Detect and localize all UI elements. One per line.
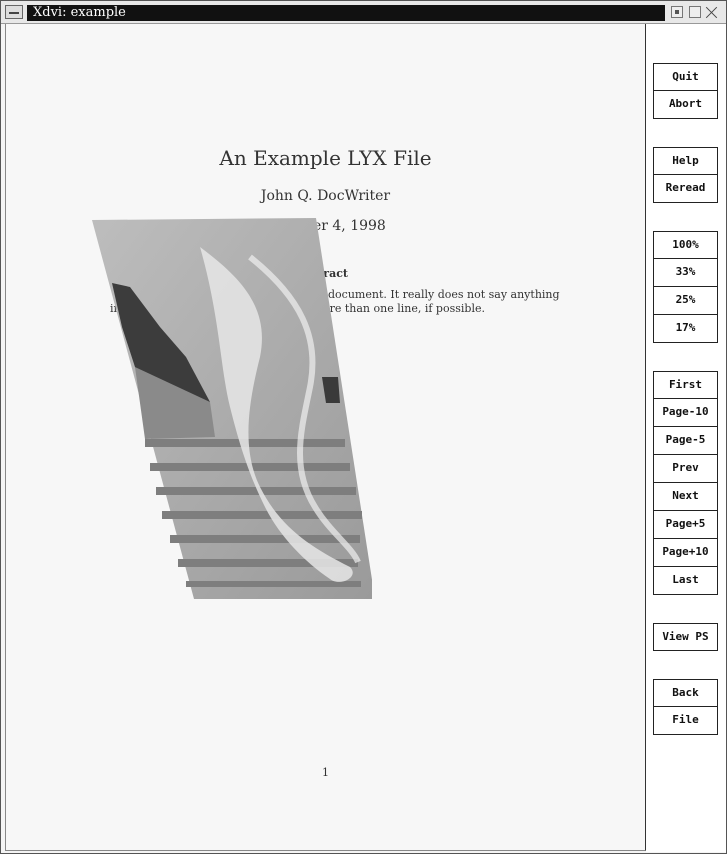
title-bar[interactable]: Xdvi: example bbox=[1, 1, 726, 24]
embedded-figure-image bbox=[92, 218, 372, 599]
back-button[interactable]: Back bbox=[653, 679, 718, 707]
window-title: Xdvi: example bbox=[27, 5, 665, 21]
page-minus-5-button[interactable]: Page-5 bbox=[653, 427, 718, 455]
quit-button[interactable]: Quit bbox=[653, 63, 718, 91]
document-author: John Q. DocWriter bbox=[260, 188, 391, 204]
page-plus-5-button[interactable]: Page+5 bbox=[653, 511, 718, 539]
maximize-icon[interactable] bbox=[689, 6, 701, 18]
zoom-17-button[interactable]: 17% bbox=[653, 315, 718, 343]
document-page[interactable]: An Example LYX File John Q. DocWriter be… bbox=[5, 24, 647, 851]
prev-page-button[interactable]: Prev bbox=[653, 455, 718, 483]
zoom-33-button[interactable]: 33% bbox=[653, 259, 718, 287]
close-icon[interactable] bbox=[706, 6, 718, 18]
xdvi-window: Xdvi: example An Example LYX File John Q… bbox=[0, 0, 727, 854]
document-title: An Example LYX File bbox=[219, 146, 432, 170]
view-ps-button[interactable]: View PS bbox=[653, 623, 718, 651]
window-menu-icon[interactable] bbox=[5, 5, 23, 19]
first-page-button[interactable]: First bbox=[653, 371, 718, 399]
page-number: 1 bbox=[322, 766, 329, 779]
help-button[interactable]: Help bbox=[653, 147, 718, 175]
file-button[interactable]: File bbox=[653, 707, 718, 735]
page-minus-10-button[interactable]: Page-10 bbox=[653, 399, 718, 427]
reread-button[interactable]: Reread bbox=[653, 175, 718, 203]
last-page-button[interactable]: Last bbox=[653, 567, 718, 595]
button-panel: Quit Abort Help Reread 100% 33% 25% 17% … bbox=[646, 24, 726, 852]
minimize-icon[interactable] bbox=[671, 6, 683, 18]
abort-button[interactable]: Abort bbox=[653, 91, 718, 119]
page-plus-10-button[interactable]: Page+10 bbox=[653, 539, 718, 567]
zoom-25-button[interactable]: 25% bbox=[653, 287, 718, 315]
zoom-100-button[interactable]: 100% bbox=[653, 231, 718, 259]
next-page-button[interactable]: Next bbox=[653, 483, 718, 511]
